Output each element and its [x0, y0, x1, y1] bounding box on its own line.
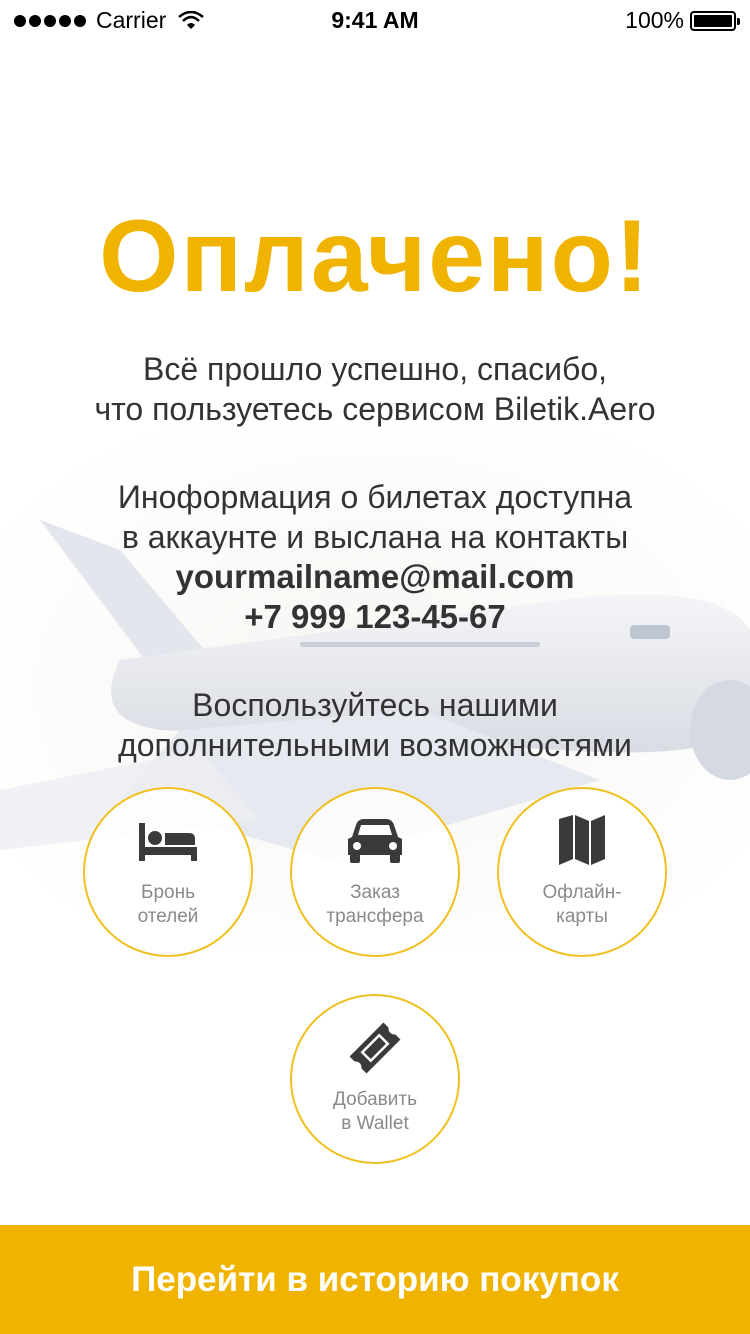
hotel-booking-label-line-2: отелей [137, 906, 199, 927]
transfer-order-label-line-2: трансфера [326, 906, 424, 927]
battery-percent: 100% [625, 7, 684, 33]
hotel-booking-label: Бронь отелей [98, 881, 238, 929]
add-to-wallet-label-line-2: в Wallet [341, 1113, 409, 1134]
add-to-wallet-button[interactable]: Добавить в Wallet [290, 994, 460, 1164]
transfer-order-label: Заказ трансфера [305, 881, 445, 929]
hotel-booking-button[interactable]: Бронь отелей [83, 787, 253, 957]
status-right: 100% [625, 7, 740, 34]
battery-icon [690, 10, 740, 31]
extras-line-2: дополнительными возможностями [118, 727, 632, 763]
contact-phone: +7 999 123-45-67 [244, 598, 506, 635]
transfer-order-label-line-1: Заказ [350, 882, 400, 903]
extras-message: Воспользуйтесь нашими дополнительными во… [0, 685, 750, 765]
map-icon [559, 815, 605, 865]
page-title: Оплачено! [99, 199, 651, 313]
contact-email: yourmailname@mail.com [175, 558, 575, 595]
transfer-order-button[interactable]: Заказ трансфера [290, 787, 460, 957]
purchase-history-button[interactable]: Перейти в историю покупок [0, 1225, 750, 1334]
offline-maps-label-line-1: Офлайн- [542, 882, 622, 903]
add-to-wallet-label: Добавить в Wallet [305, 1088, 445, 1136]
ticket-info-message: Иноформация о билетах доступна в аккаунт… [0, 477, 750, 557]
success-message-line-2: что пользуетесь сервисом Biletik.Aero [94, 391, 656, 427]
extras-line-1: Воспользуйтесь нашими [192, 687, 558, 723]
hotel-booking-label-line-1: Бронь [141, 882, 195, 903]
success-message: Всё прошло успешно, спасибо, что пользуе… [0, 349, 750, 429]
offline-maps-button[interactable]: Офлайн- карты [497, 787, 667, 957]
bed-icon [139, 823, 197, 861]
ticket-icon [349, 1022, 401, 1074]
offline-maps-label-line-2: карты [556, 906, 608, 927]
success-message-line-1: Всё прошло успешно, спасибо, [142, 351, 608, 387]
add-to-wallet-label-line-1: Добавить [333, 1089, 417, 1110]
status-bar: Carrier 9:41 AM 100% [0, 0, 750, 40]
ticket-info-line-1: Иноформация о билетах доступна [117, 479, 633, 515]
car-icon [348, 819, 402, 863]
offline-maps-label: Офлайн- карты [512, 881, 652, 929]
ticket-info-line-2: в аккаунте и выслана на контакты [121, 519, 629, 555]
